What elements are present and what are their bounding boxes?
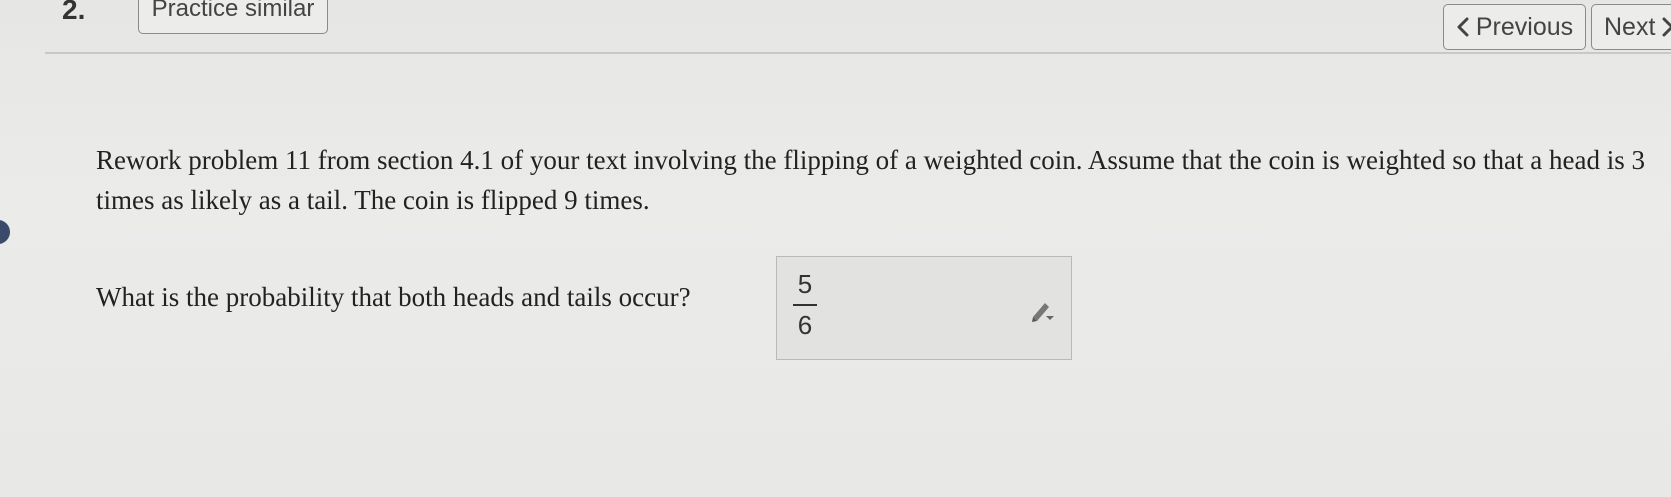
- practice-similar-button[interactable]: Practice similar: [138, 0, 328, 34]
- answer-fraction: 5 6: [793, 269, 817, 341]
- question-text: What is the probability that both heads …: [96, 282, 691, 312]
- chevron-right-icon: [1662, 17, 1671, 37]
- header-divider: [45, 52, 1671, 54]
- next-label: Next: [1604, 12, 1656, 41]
- answer-input[interactable]: 5 6: [776, 256, 1072, 360]
- chevron-left-icon: [1457, 17, 1469, 37]
- practice-similar-label: Practice similar: [151, 0, 315, 22]
- previous-label: Previous: [1475, 12, 1574, 41]
- next-button[interactable]: Next: [1591, 4, 1671, 50]
- problem-statement: Rework problem 11 from section 4.1 of yo…: [96, 145, 1645, 215]
- previous-button[interactable]: Previous: [1443, 4, 1586, 50]
- pencil-edit-icon[interactable]: [1027, 295, 1057, 325]
- question-row: What is the probability that both heads …: [96, 258, 691, 313]
- side-marker: [0, 220, 10, 244]
- answer-numerator: 5: [797, 269, 813, 299]
- page: 2. Practice similar Previous Next Rework…: [0, 0, 1671, 497]
- answer-denominator: 6: [797, 310, 813, 340]
- fraction-bar: [793, 304, 817, 306]
- problem-number: 2.: [62, 0, 86, 25]
